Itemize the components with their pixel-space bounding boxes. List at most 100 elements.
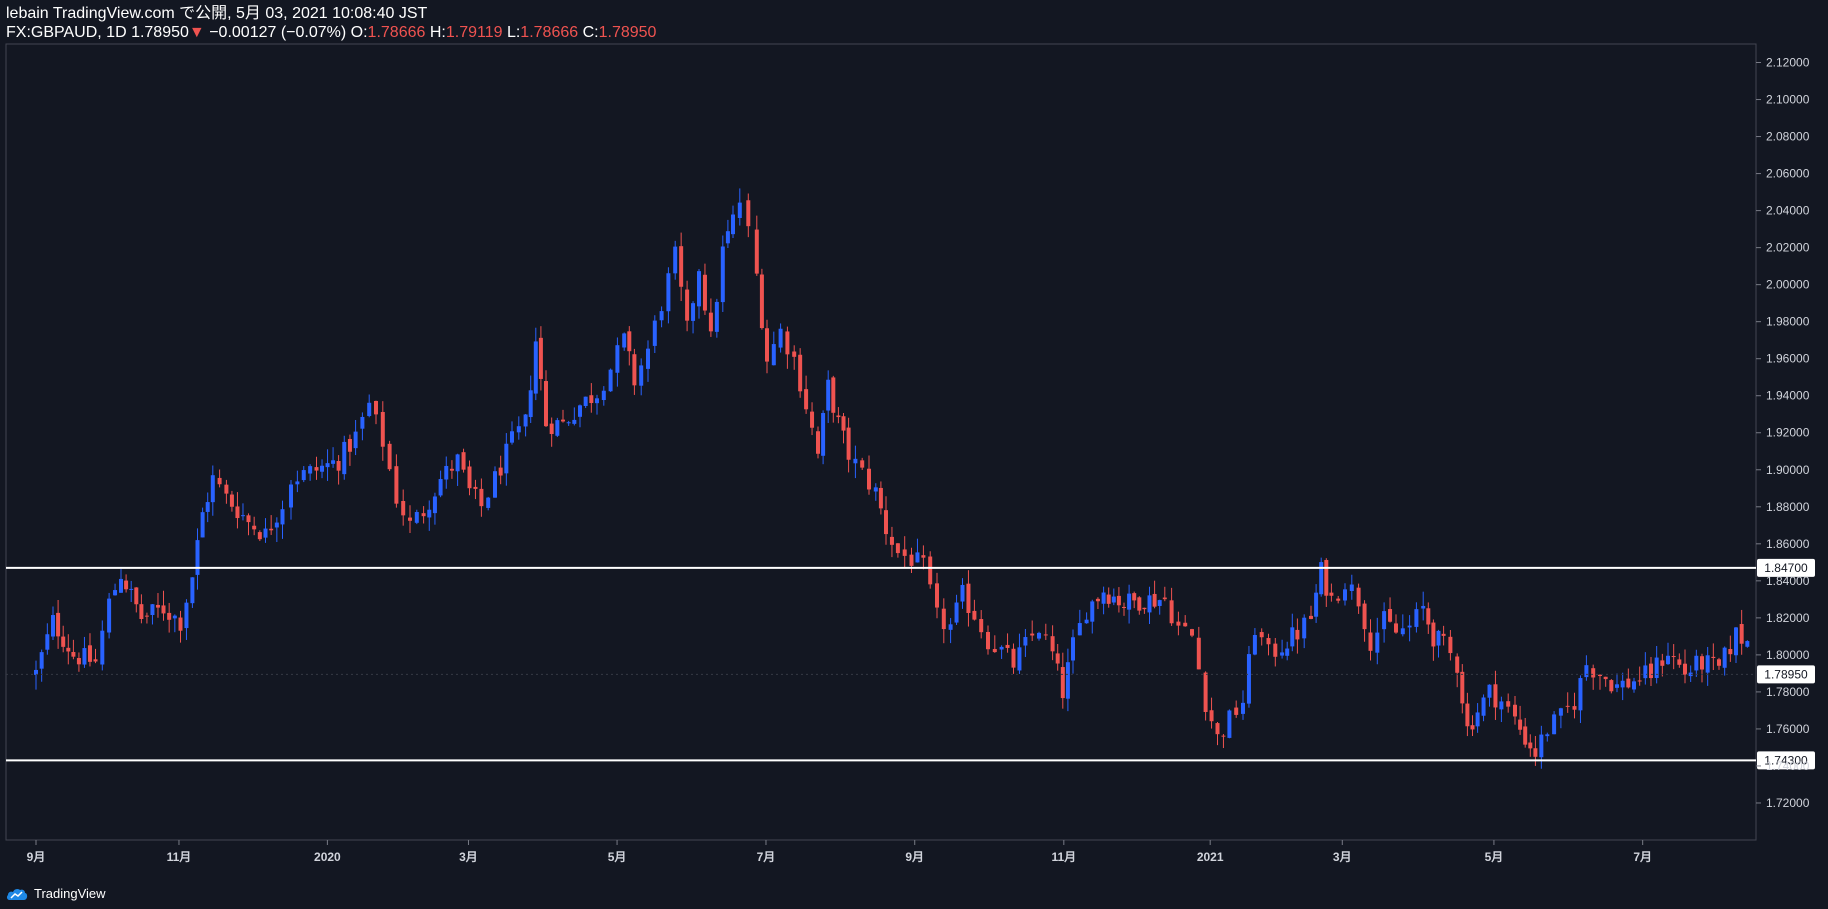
candle-body	[895, 543, 900, 554]
candle-body	[1603, 676, 1608, 680]
candle-body	[1209, 710, 1214, 722]
price-axis-label: 1.94000	[1766, 389, 1810, 403]
candle-body	[846, 427, 851, 460]
candle-body	[1745, 641, 1750, 647]
candle-body	[240, 515, 245, 517]
candle-body	[432, 496, 437, 514]
candle-body	[1545, 734, 1550, 737]
candle-body	[263, 528, 268, 538]
candle-body	[100, 630, 105, 665]
candle-body	[1666, 655, 1670, 665]
candle-body	[1388, 609, 1393, 622]
time-axis-label: 3月	[1333, 850, 1352, 864]
candle-body	[921, 555, 926, 558]
candle-body	[1431, 622, 1436, 647]
candle-body	[107, 598, 112, 633]
candle-body	[1259, 632, 1264, 638]
candle-body	[1394, 623, 1398, 633]
candle-body	[746, 200, 751, 227]
price-axis-label: 2.08000	[1766, 130, 1810, 144]
candle-body	[504, 443, 509, 474]
price-axis-label: 1.96000	[1766, 352, 1810, 366]
candle-body	[821, 413, 826, 456]
time-axis-label: 2020	[314, 850, 341, 864]
candle-body	[691, 303, 696, 321]
price-axis-label: 1.90000	[1766, 463, 1810, 477]
candle-body	[252, 525, 257, 530]
candle-body	[972, 610, 977, 620]
candle-body	[909, 554, 914, 566]
candle-body	[1523, 726, 1528, 745]
candle-body	[347, 438, 352, 452]
candle-body	[928, 556, 933, 585]
candle-body	[1528, 742, 1533, 749]
candle-body	[408, 517, 412, 521]
candle-body	[771, 344, 776, 366]
tradingview-logo[interactable]: TradingView	[6, 886, 106, 901]
candle-body	[578, 405, 582, 417]
candle-body	[325, 463, 330, 468]
candle-body	[1071, 637, 1075, 661]
candle-body	[720, 246, 725, 303]
candle-body	[627, 331, 632, 352]
candle-body	[87, 645, 92, 662]
candle-body	[948, 624, 953, 630]
candle-body	[867, 468, 871, 490]
candle-body	[608, 369, 613, 392]
candle-body	[1558, 708, 1563, 716]
candle-body	[394, 466, 399, 504]
candle-body	[1324, 560, 1329, 596]
candle-body	[1055, 653, 1060, 664]
candles-group	[34, 188, 1750, 769]
time-axis-label: 7月	[1633, 850, 1652, 864]
candle-body	[1050, 636, 1055, 652]
candle-body	[1734, 627, 1738, 656]
candle-body	[615, 345, 620, 373]
candle-body	[986, 631, 990, 650]
candle-body	[1343, 589, 1347, 601]
candle-body	[979, 619, 984, 633]
candle-body	[289, 484, 293, 508]
candle-body	[1493, 684, 1498, 708]
candle-body	[544, 381, 548, 427]
candle-body	[510, 431, 514, 443]
time-axis-label: 3月	[459, 850, 478, 864]
candle-body	[935, 583, 939, 608]
candle-body	[1711, 656, 1716, 658]
candle-body	[1637, 680, 1642, 682]
level-price-label: 1.84700	[1764, 561, 1808, 575]
candle-body	[1739, 624, 1744, 644]
candle-body	[1215, 723, 1220, 735]
price-axis-label: 1.84000	[1766, 574, 1810, 588]
candle-body	[666, 273, 671, 312]
candle-body	[1183, 622, 1188, 627]
candle-body	[1122, 606, 1126, 608]
candle-body	[538, 337, 543, 379]
candle-body	[1157, 600, 1162, 606]
candle-body	[1190, 629, 1194, 636]
candle-body	[1400, 628, 1405, 635]
candle-body	[1649, 663, 1653, 679]
price-axis-label: 1.72000	[1766, 796, 1810, 810]
candle-body	[1005, 644, 1010, 648]
candle-body	[76, 658, 81, 665]
candle-body	[1314, 592, 1319, 617]
price-chart[interactable]: 1.847001.743001.78950 2.120002.100002.08…	[0, 0, 1828, 909]
candle-body	[1518, 719, 1523, 730]
price-axis-label: 2.04000	[1766, 204, 1810, 218]
candle-body	[1584, 665, 1589, 678]
candle-body	[1234, 707, 1239, 715]
candle-body	[1290, 627, 1295, 647]
candle-body	[320, 465, 325, 472]
candle-body	[119, 578, 123, 593]
candle-body	[1626, 678, 1631, 688]
price-axis-label: 1.92000	[1766, 426, 1810, 440]
candle-body	[731, 214, 735, 235]
candle-body	[1203, 672, 1208, 713]
candle-body	[1609, 680, 1614, 692]
candle-body	[1436, 630, 1441, 646]
candle-body	[941, 608, 946, 630]
candle-body	[449, 468, 454, 471]
candle-body	[455, 454, 460, 472]
last-price-label: 1.78950	[1764, 667, 1808, 681]
